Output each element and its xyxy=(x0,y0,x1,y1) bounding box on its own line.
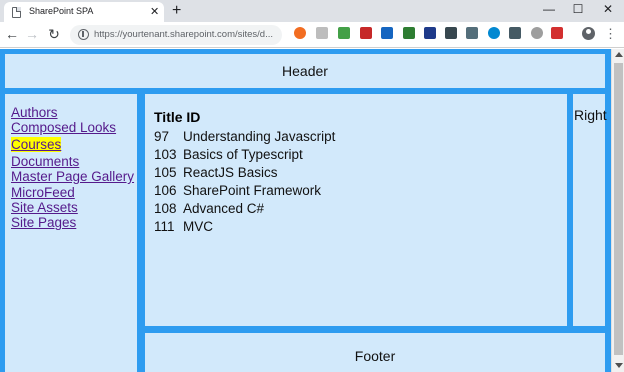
scroll-down-arrow-icon[interactable] xyxy=(615,363,623,368)
header-text: Header xyxy=(282,63,328,79)
scrollbar-thumb[interactable] xyxy=(614,63,623,355)
row-title: Basics of Typescript xyxy=(183,147,303,162)
tab-strip: SharePoint SPA ✕ + — ☐ ✕ xyxy=(0,0,624,22)
right-panel-text: Right xyxy=(574,107,607,123)
extension-icon[interactable] xyxy=(488,27,500,39)
more-menu-icon[interactable]: ⋮ xyxy=(604,25,617,43)
row-id: 106 xyxy=(154,183,177,198)
extension-icon[interactable] xyxy=(445,27,457,39)
new-tab-icon[interactable]: + xyxy=(172,2,181,20)
reload-icon[interactable]: ↻ xyxy=(45,25,63,43)
profile-avatar-icon[interactable] xyxy=(582,27,595,40)
table-row: 108 Advanced C# xyxy=(154,200,567,218)
minimize-icon[interactable]: — xyxy=(534,0,564,20)
nav-link-courses[interactable]: Courses xyxy=(11,136,62,153)
extension-icon[interactable] xyxy=(360,27,372,39)
row-id: 97 xyxy=(154,129,170,144)
extension-icon[interactable] xyxy=(424,27,436,39)
table-row: 111 MVC xyxy=(154,218,567,236)
extension-icon[interactable] xyxy=(381,27,393,39)
sidebar-nav: Authors Composed Looks Courses Documents… xyxy=(5,94,137,372)
row-title: Advanced C# xyxy=(183,201,265,216)
row-id: 108 xyxy=(154,201,177,216)
page-icon xyxy=(12,7,21,18)
row-title: SharePoint Framework xyxy=(183,183,322,198)
nav-link-authors[interactable]: Authors xyxy=(11,105,137,120)
nav-link-site-pages[interactable]: Site Pages xyxy=(11,215,137,230)
maximize-icon[interactable]: ☐ xyxy=(563,0,593,20)
tab-title: SharePoint SPA xyxy=(29,6,94,16)
scroll-up-arrow-icon[interactable] xyxy=(615,52,623,57)
header-panel: Header xyxy=(5,54,605,88)
right-panel: Right xyxy=(573,94,607,326)
close-tab-icon[interactable]: ✕ xyxy=(150,5,159,19)
url-text: https://yourtenant.sharepoint.com/sites/… xyxy=(94,29,274,40)
row-title: MVC xyxy=(183,219,213,234)
nav-link-documents[interactable]: Documents xyxy=(11,154,137,169)
browser-tab[interactable]: SharePoint SPA ✕ xyxy=(4,2,164,22)
forward-arrow-icon[interactable]: → xyxy=(23,25,41,43)
extension-icon[interactable] xyxy=(316,27,328,39)
main-content: Title ID 97 Understanding Javascript 103… xyxy=(145,94,567,326)
row-id: 103 xyxy=(154,147,177,162)
back-arrow-icon[interactable]: ← xyxy=(3,25,21,43)
close-window-icon[interactable]: ✕ xyxy=(593,0,623,20)
extension-icon[interactable] xyxy=(403,27,415,39)
address-bar[interactable]: https://yourtenant.sharepoint.com/sites/… xyxy=(70,25,282,45)
nav-link-master-page-gallery[interactable]: Master Page Gallery xyxy=(11,169,137,184)
extension-icon[interactable] xyxy=(294,27,306,39)
page-viewport: Header Authors Composed Looks Courses Do… xyxy=(0,49,611,372)
vertical-scrollbar[interactable] xyxy=(611,49,624,372)
extension-icon[interactable] xyxy=(509,27,521,39)
site-info-icon[interactable] xyxy=(78,29,89,40)
row-id: 111 xyxy=(154,219,175,234)
row-title: Understanding Javascript xyxy=(183,129,336,144)
table-heading: Title ID xyxy=(154,109,201,125)
extension-icon[interactable] xyxy=(551,27,563,39)
nav-link-composed-looks[interactable]: Composed Looks xyxy=(11,120,137,135)
table-row: 103 Basics of Typescript xyxy=(154,146,567,164)
table-row: 97 Understanding Javascript xyxy=(154,128,567,146)
nav-link-microfeed[interactable]: MicroFeed xyxy=(11,185,137,200)
footer-text: Footer xyxy=(354,348,396,364)
browser-toolbar: ← → ↻ https://yourtenant.sharepoint.com/… xyxy=(0,22,624,48)
extension-icon[interactable] xyxy=(466,27,478,39)
row-id: 105 xyxy=(154,165,177,180)
extension-icon[interactable] xyxy=(531,27,543,39)
table-row: 105 ReactJS Basics xyxy=(154,164,567,182)
footer-panel: Footer xyxy=(145,333,605,372)
nav-link-site-assets[interactable]: Site Assets xyxy=(11,200,137,215)
table-row: 106 SharePoint Framework xyxy=(154,182,567,200)
row-title: ReactJS Basics xyxy=(183,165,278,180)
extension-icon[interactable] xyxy=(338,27,350,39)
